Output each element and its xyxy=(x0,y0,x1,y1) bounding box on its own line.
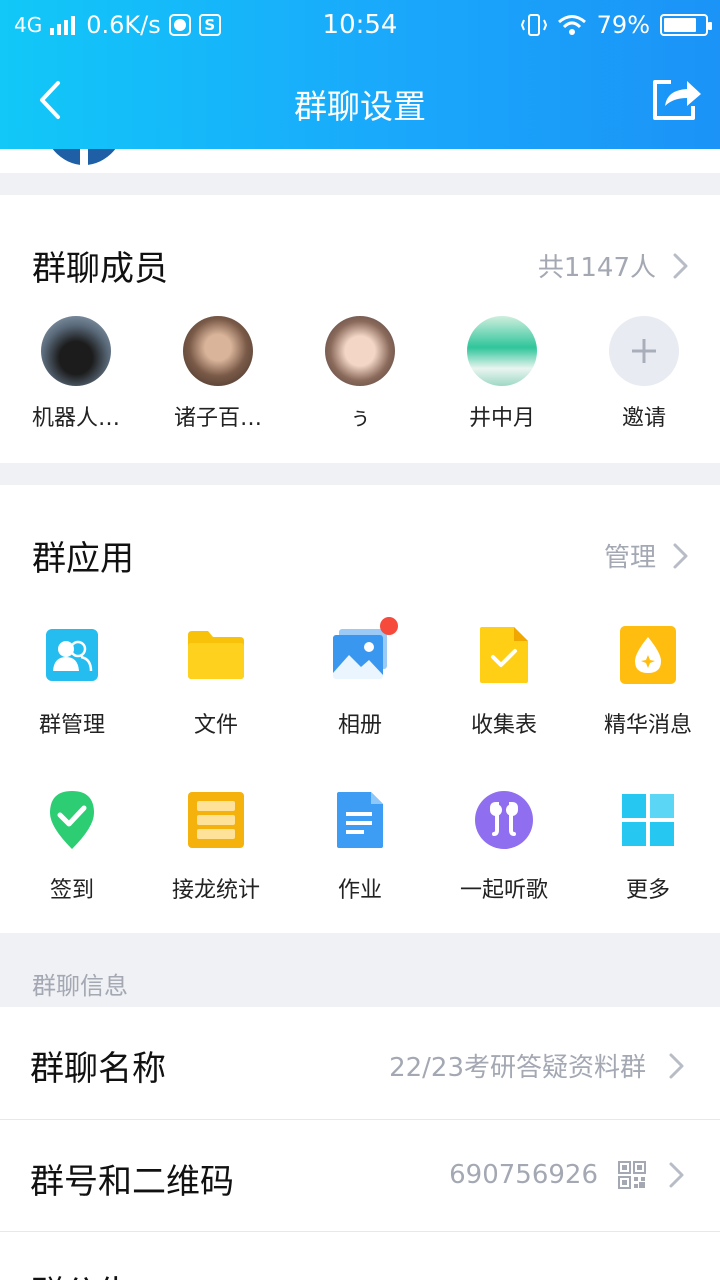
app-label: 收集表 xyxy=(470,713,537,738)
notification-dot xyxy=(380,617,398,635)
app-album[interactable]: 相册 xyxy=(288,617,432,739)
app-label: 相册 xyxy=(337,713,382,738)
folder-icon xyxy=(186,625,246,685)
checkin-icon xyxy=(42,790,102,850)
app-label: 文件 xyxy=(193,713,238,738)
app-label: 签到 xyxy=(49,878,94,903)
group-id-label: 群号和二维码 xyxy=(30,1162,234,1202)
invite-label: 邀请 xyxy=(621,406,666,431)
group-id-row[interactable]: 群号和二维码 690756926 xyxy=(0,1120,720,1232)
status-bar: 4G 0.6K/s S 10:54 79% xyxy=(0,0,720,50)
member-item[interactable]: 机器人… xyxy=(16,316,136,432)
app-more[interactable]: 更多 xyxy=(576,790,720,904)
chevron-right-icon xyxy=(669,1053,684,1078)
header-bar: 4G 0.6K/s S 10:54 79% 群聊设置 xyxy=(0,0,720,149)
group-avatar[interactable] xyxy=(42,149,126,165)
battery-icon xyxy=(660,14,712,36)
app-essence[interactable]: 精华消息 xyxy=(576,625,720,739)
battery-fill xyxy=(664,18,696,32)
avatar xyxy=(467,316,537,386)
members-row: 机器人… 诸子百… ぅ 井中月 邀请 xyxy=(0,316,720,436)
plus-icon xyxy=(632,339,656,363)
app-label: 更多 xyxy=(625,878,670,903)
more-grid-icon xyxy=(618,790,678,850)
relay-stats-icon xyxy=(186,790,246,850)
apps-title: 群应用 xyxy=(32,539,134,579)
group-name-value: 22/23考研答疑资料群 xyxy=(389,1053,646,1083)
vibrate-icon xyxy=(520,14,547,36)
app-label: 作业 xyxy=(337,878,382,903)
page-title: 群聊设置 xyxy=(294,87,426,126)
share-button[interactable] xyxy=(648,72,706,126)
app-group-manage[interactable]: 群管理 xyxy=(0,625,144,739)
collect-form-icon xyxy=(474,625,534,685)
avatar xyxy=(41,316,111,386)
avatar xyxy=(325,316,395,386)
chevron-right-icon xyxy=(673,253,688,278)
members-count-link[interactable]: 共1147人 xyxy=(538,247,690,284)
members-count: 共1147人 xyxy=(537,253,656,283)
apps-manage: 管理 xyxy=(603,543,656,573)
wifi-icon xyxy=(557,15,586,35)
member-name: 井中月 xyxy=(468,406,535,431)
members-title: 群聊成员 xyxy=(32,249,168,289)
app-music[interactable]: 一起听歌 xyxy=(432,790,576,904)
app-relay-stats[interactable]: 接龙统计 xyxy=(144,790,288,904)
invite-item[interactable]: 邀请 xyxy=(584,316,704,432)
invite-button[interactable] xyxy=(609,316,679,386)
apps-manage-link[interactable]: 管理 xyxy=(604,537,690,574)
info-section-header: 群聊信息 xyxy=(32,972,128,1000)
app-collect-form[interactable]: 收集表 xyxy=(432,625,576,739)
nav-bar: 群聊设置 xyxy=(0,50,720,149)
chevron-right-icon xyxy=(673,543,688,568)
member-item[interactable]: 诸子百… xyxy=(158,316,278,432)
group-notice-label: 群公告 xyxy=(30,1266,132,1280)
homework-icon xyxy=(330,790,390,850)
app-label: 接龙统计 xyxy=(171,878,260,903)
share-icon xyxy=(653,80,701,120)
group-manage-icon xyxy=(42,625,102,685)
app-checkin[interactable]: 签到 xyxy=(0,790,144,904)
member-name: ぅ xyxy=(348,406,371,431)
group-name-label: 群聊名称 xyxy=(30,1049,166,1089)
apps-card: 群应用 管理 群管理 文件 相册 收集表 精华消息 签到 接龙统计 作业 一起听… xyxy=(0,485,720,933)
group-header-card xyxy=(0,149,720,173)
group-id-value: 690756926 xyxy=(449,1160,598,1190)
album-icon xyxy=(330,617,398,685)
qr-code-icon xyxy=(618,1161,646,1189)
group-notice-row[interactable]: 群公告 xyxy=(0,1232,720,1280)
essence-icon xyxy=(618,625,678,685)
app-files[interactable]: 文件 xyxy=(144,625,288,739)
app-homework[interactable]: 作业 xyxy=(288,790,432,904)
app-label: 一起听歌 xyxy=(459,878,548,903)
chevron-right-icon xyxy=(669,1162,684,1188)
app-label: 群管理 xyxy=(38,713,105,738)
member-item[interactable]: 井中月 xyxy=(442,316,562,432)
member-item[interactable]: ぅ xyxy=(300,316,420,432)
battery-percent: 79% xyxy=(596,11,650,39)
member-name: 诸子百… xyxy=(173,406,262,431)
member-name: 机器人… xyxy=(31,406,120,431)
music-icon xyxy=(474,790,534,850)
app-label: 精华消息 xyxy=(603,713,692,738)
group-name-row[interactable]: 群聊名称 22/23考研答疑资料群 xyxy=(0,1007,720,1119)
avatar xyxy=(183,316,253,386)
